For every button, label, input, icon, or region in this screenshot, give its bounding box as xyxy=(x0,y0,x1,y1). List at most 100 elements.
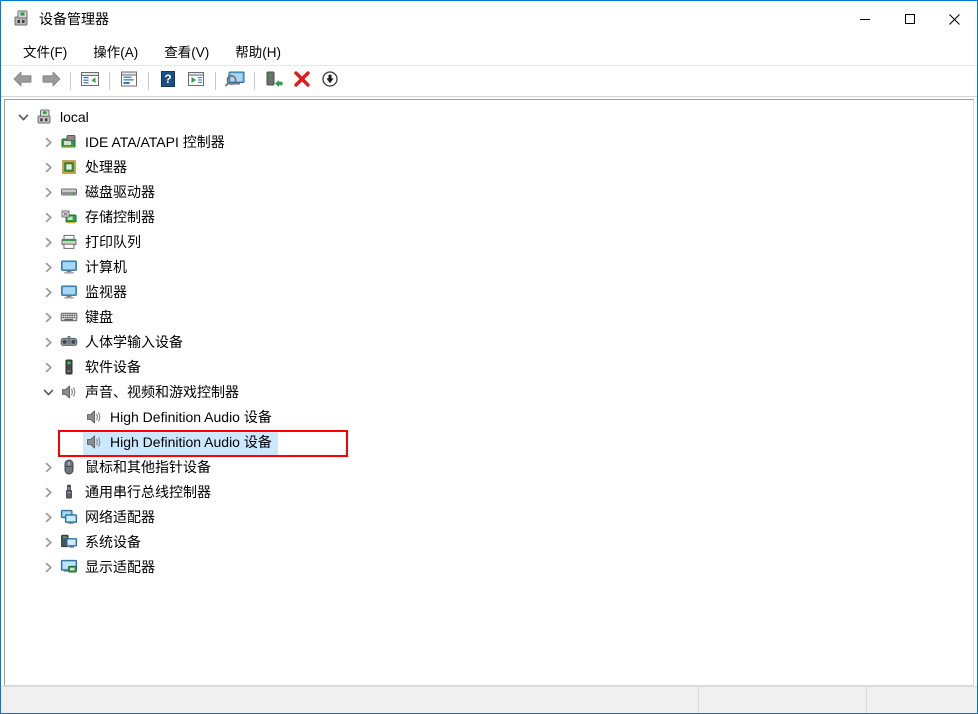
svg-text:?: ? xyxy=(164,72,171,86)
tree-row-content[interactable]: 磁盘驱动器 xyxy=(58,180,161,205)
tree-row[interactable]: 存储控制器 xyxy=(5,205,973,230)
tree-row[interactable]: 打印队列 xyxy=(5,230,973,255)
tree-row-content[interactable]: 软件设备 xyxy=(58,355,147,380)
tree-row[interactable]: 监视器 xyxy=(5,280,973,305)
tree-row[interactable]: High Definition Audio 设备 xyxy=(5,430,973,455)
show-hide-console-tree-button[interactable] xyxy=(76,68,104,94)
tree-row-label: local xyxy=(60,110,89,124)
tree-row-content[interactable]: 系统设备 xyxy=(58,530,147,555)
content-area: local IDE ATA/ATAPI 控制器处理器磁盘驱动器存储控制器打印队列计… xyxy=(1,97,977,686)
chevron-right-icon[interactable] xyxy=(40,510,56,526)
chevron-right-icon[interactable] xyxy=(40,560,56,576)
system-device-icon xyxy=(60,533,78,551)
tree-row-content[interactable]: local xyxy=(33,105,95,130)
tree-row-label: High Definition Audio 设备 xyxy=(110,435,272,449)
tree-row[interactable]: 人体学输入设备 xyxy=(5,330,973,355)
chevron-right-icon[interactable] xyxy=(40,360,56,376)
chevron-right-icon[interactable] xyxy=(40,260,56,276)
chevron-right-icon[interactable] xyxy=(40,285,56,301)
back-button[interactable] xyxy=(9,68,37,94)
chevron-down-icon[interactable] xyxy=(15,110,31,126)
tree-row[interactable]: 处理器 xyxy=(5,155,973,180)
tree-row[interactable]: 显示适配器 xyxy=(5,555,973,580)
red-x-icon xyxy=(293,70,311,93)
tree-row[interactable]: IDE ATA/ATAPI 控制器 xyxy=(5,130,973,155)
menu-view[interactable]: 查看(V) xyxy=(154,38,219,65)
tree-row[interactable]: 声音、视频和游戏控制器 xyxy=(5,380,973,405)
tree-row-content[interactable]: 人体学输入设备 xyxy=(58,330,189,355)
tree-row-content[interactable]: 存储控制器 xyxy=(58,205,161,230)
tree-row[interactable]: High Definition Audio 设备 xyxy=(5,405,973,430)
tree-row-content[interactable]: High Definition Audio 设备 xyxy=(83,405,278,430)
menu-action[interactable]: 操作(A) xyxy=(83,38,148,65)
tree-row-content[interactable]: 监视器 xyxy=(58,280,133,305)
device-tree[interactable]: local IDE ATA/ATAPI 控制器处理器磁盘驱动器存储控制器打印队列计… xyxy=(4,99,974,686)
tree-row-content[interactable]: 显示适配器 xyxy=(58,555,161,580)
chevron-right-icon[interactable] xyxy=(40,310,56,326)
menu-help[interactable]: 帮助(H) xyxy=(225,38,291,65)
monitor-icon xyxy=(60,283,78,301)
close-button[interactable] xyxy=(932,1,977,37)
tree-row-label: 存储控制器 xyxy=(85,210,155,224)
forward-button[interactable] xyxy=(37,68,65,94)
tree-row-content[interactable]: 计算机 xyxy=(58,255,133,280)
tree-row-label: IDE ATA/ATAPI 控制器 xyxy=(85,135,225,149)
tree-row-content[interactable]: IDE ATA/ATAPI 控制器 xyxy=(58,130,231,155)
chevron-right-icon[interactable] xyxy=(40,335,56,351)
minimize-button[interactable] xyxy=(842,1,887,37)
tree-row-content[interactable]: 打印队列 xyxy=(58,230,147,255)
chevron-right-icon[interactable] xyxy=(40,160,56,176)
chevron-right-icon[interactable] xyxy=(40,185,56,201)
tree-row-content[interactable]: 网络适配器 xyxy=(58,505,161,530)
tree-row[interactable]: 通用串行总线控制器 xyxy=(5,480,973,505)
tree-row[interactable]: 系统设备 xyxy=(5,530,973,555)
tree-row-label: 人体学输入设备 xyxy=(85,335,183,349)
monitor-icon xyxy=(60,258,78,276)
tree-row-label: 系统设备 xyxy=(85,535,141,549)
tree-row[interactable]: 计算机 xyxy=(5,255,973,280)
tree-row-label: 键盘 xyxy=(85,310,113,324)
enable-device-button[interactable] xyxy=(260,68,288,94)
update-driver-button[interactable] xyxy=(182,68,210,94)
scan-hardware-changes-button[interactable] xyxy=(221,68,249,94)
chevron-right-icon[interactable] xyxy=(40,235,56,251)
keyboard-icon xyxy=(60,308,78,326)
chevron-right-icon[interactable] xyxy=(40,535,56,551)
tree-row[interactable]: 磁盘驱动器 xyxy=(5,180,973,205)
chevron-right-icon[interactable] xyxy=(40,210,56,226)
status-bar xyxy=(1,686,977,713)
tree-row-label: 通用串行总线控制器 xyxy=(85,485,211,499)
status-cell-end xyxy=(867,687,977,713)
tree-row-content[interactable]: 鼠标和其他指针设备 xyxy=(58,455,217,480)
window-tree-icon xyxy=(80,70,100,93)
tree-row[interactable]: 软件设备 xyxy=(5,355,973,380)
hid-icon xyxy=(60,333,78,351)
storage-controller-icon xyxy=(60,208,78,226)
tree-row-content[interactable]: 键盘 xyxy=(58,305,119,330)
tree-row-content[interactable]: 处理器 xyxy=(58,155,133,180)
tree-row-content[interactable]: 通用串行总线控制器 xyxy=(58,480,217,505)
chevron-right-icon[interactable] xyxy=(40,135,56,151)
tree-row[interactable]: 键盘 xyxy=(5,305,973,330)
tree-row[interactable]: 网络适配器 xyxy=(5,505,973,530)
software-device-icon xyxy=(60,358,78,376)
chevron-down-icon[interactable] xyxy=(40,385,56,401)
disable-device-button[interactable] xyxy=(316,68,344,94)
speaker-icon xyxy=(85,408,103,426)
uninstall-device-button[interactable] xyxy=(288,68,316,94)
help-button[interactable]: ? xyxy=(154,68,182,94)
window-controls xyxy=(842,1,977,37)
maximize-button[interactable] xyxy=(887,1,932,37)
tree-row[interactable]: local xyxy=(5,105,973,130)
chevron-right-icon[interactable] xyxy=(40,485,56,501)
chevron-right-icon[interactable] xyxy=(40,460,56,476)
properties-button[interactable] xyxy=(115,68,143,94)
network-adapter-icon xyxy=(60,508,78,526)
tree-row-content[interactable]: High Definition Audio 设备 xyxy=(83,430,278,455)
speaker-icon xyxy=(85,433,103,451)
tree-row-content[interactable]: 声音、视频和游戏控制器 xyxy=(58,380,245,405)
tree-row[interactable]: 鼠标和其他指针设备 xyxy=(5,455,973,480)
menu-file[interactable]: 文件(F) xyxy=(13,38,77,65)
toolbar-separator xyxy=(215,72,216,90)
arrow-right-icon xyxy=(40,70,62,93)
